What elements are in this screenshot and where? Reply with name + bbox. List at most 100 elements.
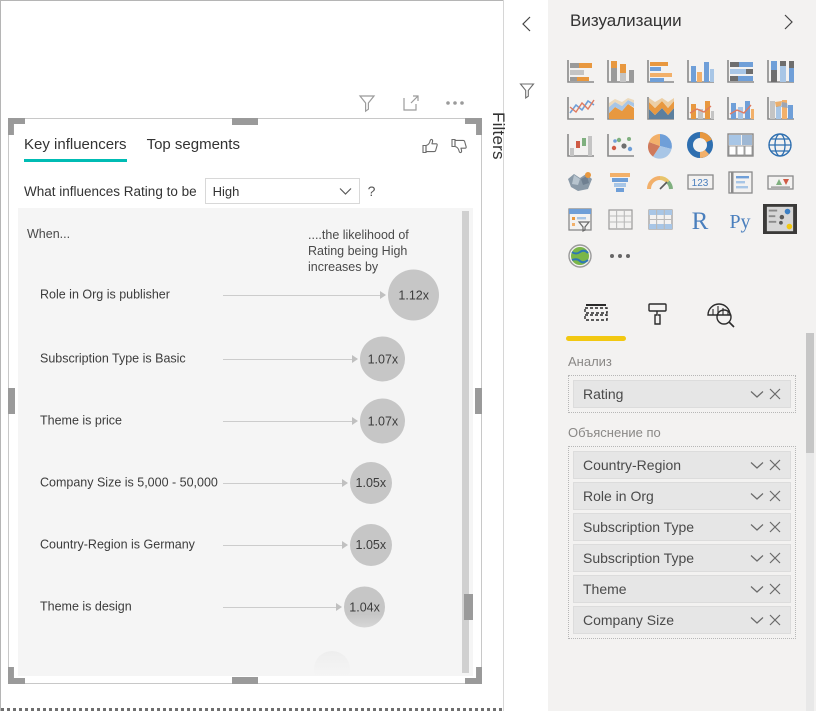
table-icon[interactable] (603, 204, 637, 234)
kpi-icon[interactable] (763, 167, 797, 197)
python-visual-icon[interactable]: Py (723, 204, 757, 234)
focus-mode-icon[interactable] (399, 91, 423, 115)
chevron-down-icon[interactable] (748, 611, 766, 629)
influencer-row[interactable]: Theme is design 1.04x (18, 576, 473, 638)
question-label: What influences Rating to be (24, 183, 197, 199)
resize-handle-top-center[interactable] (232, 118, 258, 125)
map-icon[interactable] (763, 130, 797, 160)
line-and-clustered-column-chart-icon[interactable] (723, 93, 757, 123)
slicer-icon[interactable] (563, 204, 597, 234)
visualizations-pane-title: Визуализации (570, 11, 682, 30)
influencer-value-bubble[interactable]: 1.07x (360, 336, 406, 382)
key-influencers-icon[interactable] (763, 204, 797, 234)
chevron-down-icon[interactable] (748, 487, 766, 505)
chevron-left-icon[interactable] (517, 14, 537, 34)
influencer-value-bubble[interactable]: 1.05x (349, 462, 392, 504)
close-icon[interactable] (766, 611, 784, 629)
clustered-bar-chart-icon[interactable] (643, 56, 677, 86)
filter-funnel-icon (519, 82, 535, 100)
chevron-down-icon[interactable] (748, 456, 766, 474)
treemap-icon[interactable] (723, 130, 757, 160)
scatter-chart-icon[interactable] (603, 130, 637, 160)
field-chip[interactable]: Subscription Type (573, 544, 791, 572)
field-chip[interactable]: Role in Org (573, 482, 791, 510)
card-icon[interactable]: 123 (683, 167, 717, 197)
chevron-down-icon[interactable] (748, 549, 766, 567)
influencer-label: Role in Org is publisher (40, 287, 170, 302)
close-icon[interactable] (766, 549, 784, 567)
line-and-stacked-column-chart-icon[interactable] (683, 93, 717, 123)
influencer-row[interactable]: Company Size is 5,000 - 50,000 1.05x (18, 452, 473, 514)
donut-chart-icon[interactable] (683, 130, 717, 160)
filter-icon[interactable] (355, 91, 379, 115)
resize-handle-middle-left[interactable] (8, 388, 15, 414)
field-chip[interactable]: Company Size (573, 606, 791, 634)
hundred-percent-stacked-column-chart-icon[interactable] (763, 56, 797, 86)
analysis-value-dropdown[interactable]: High (204, 178, 360, 204)
well-dropzone[interactable]: Rating (568, 375, 796, 413)
resize-handle-top-right[interactable] (465, 118, 482, 135)
filters-pane-collapsed[interactable]: Filters (489, 0, 550, 711)
chevron-down-icon[interactable] (748, 580, 766, 598)
multi-row-card-icon[interactable] (723, 167, 757, 197)
influencer-value-bubble[interactable]: 1.04x (344, 586, 386, 628)
line-chart-icon[interactable] (563, 93, 597, 123)
tab-key-influencers[interactable]: Key influencers (24, 136, 127, 162)
influencer-row[interactable]: Country-Region is Germany 1.05x (18, 514, 473, 576)
stacked-area-chart-icon[interactable] (643, 93, 677, 123)
clustered-column-chart-icon[interactable] (683, 56, 717, 86)
well-dropzone[interactable]: Country-Region Role in Org Subscription Ty… (568, 446, 796, 639)
area-chart-icon[interactable] (603, 93, 637, 123)
key-influencers-chart[interactable]: When... ....the likelihood of Rating bei… (18, 208, 473, 676)
funnel-chart-icon[interactable] (603, 167, 637, 197)
stacked-column-chart-icon[interactable] (603, 56, 637, 86)
visual-header-icons (355, 88, 480, 118)
field-chip[interactable]: Subscription Type (573, 513, 791, 541)
hundred-percent-stacked-bar-chart-icon[interactable] (723, 56, 757, 86)
field-chip[interactable]: Theme (573, 575, 791, 603)
field-chip[interactable]: Country-Region (573, 451, 791, 479)
resize-handle-top-left[interactable] (8, 118, 25, 135)
close-icon[interactable] (766, 487, 784, 505)
fields-tab-icon[interactable] (574, 292, 618, 336)
chart-scrollbar-thumb[interactable] (464, 594, 473, 620)
influencer-value-bubble[interactable]: 1.12x (388, 269, 440, 321)
ribbon-chart-icon[interactable] (763, 93, 797, 123)
resize-handle-middle-right[interactable] (475, 388, 482, 414)
chevron-down-icon[interactable] (748, 385, 766, 403)
more-options-icon[interactable] (443, 91, 467, 115)
influencer-value-bubble[interactable]: 1.07x (360, 398, 406, 444)
field-chip[interactable]: Rating (573, 380, 791, 408)
close-icon[interactable] (766, 580, 784, 598)
close-icon[interactable] (766, 456, 784, 474)
chevron-down-icon[interactable] (748, 518, 766, 536)
influencer-connector (223, 607, 337, 608)
close-icon[interactable] (766, 518, 784, 536)
r-script-visual-icon[interactable]: R (683, 204, 717, 234)
filled-map-icon[interactable] (563, 167, 597, 197)
format-tab-icon[interactable] (636, 292, 680, 336)
pie-chart-icon[interactable] (643, 130, 677, 160)
chevron-right-icon[interactable] (778, 12, 798, 32)
pane-scrollbar-thumb[interactable] (806, 333, 814, 453)
thumbs-up-icon[interactable] (420, 136, 440, 156)
influencer-row[interactable]: Theme is price 1.07x (18, 390, 473, 452)
close-icon[interactable] (766, 385, 784, 403)
visualizations-pane[interactable]: Визуализации 123 R Py Анализ Rating Объя… (548, 0, 816, 711)
help-icon[interactable]: ? (368, 183, 376, 199)
matrix-icon[interactable] (643, 204, 677, 234)
analytics-tab-icon[interactable] (698, 292, 742, 336)
thumbs-down-icon[interactable] (449, 136, 469, 156)
more-visuals-icon[interactable] (603, 241, 637, 271)
arcgis-maps-icon[interactable] (563, 241, 597, 271)
influencer-row[interactable]: Role in Org is publisher 1.12x (18, 264, 473, 326)
gauge-chart-icon[interactable] (643, 167, 677, 197)
resize-handle-bottom-center[interactable] (232, 677, 258, 684)
influencer-value-bubble[interactable]: 1.05x (349, 524, 392, 566)
stacked-bar-chart-icon[interactable] (563, 56, 597, 86)
influencer-label: Theme is design (40, 599, 132, 614)
tab-top-segments[interactable]: Top segments (147, 136, 240, 159)
influencer-row[interactable]: Subscription Type is Basic 1.07x (18, 328, 473, 390)
waterfall-chart-icon[interactable] (563, 130, 597, 160)
visual-type-gallery[interactable]: 123 R Py (563, 56, 803, 278)
